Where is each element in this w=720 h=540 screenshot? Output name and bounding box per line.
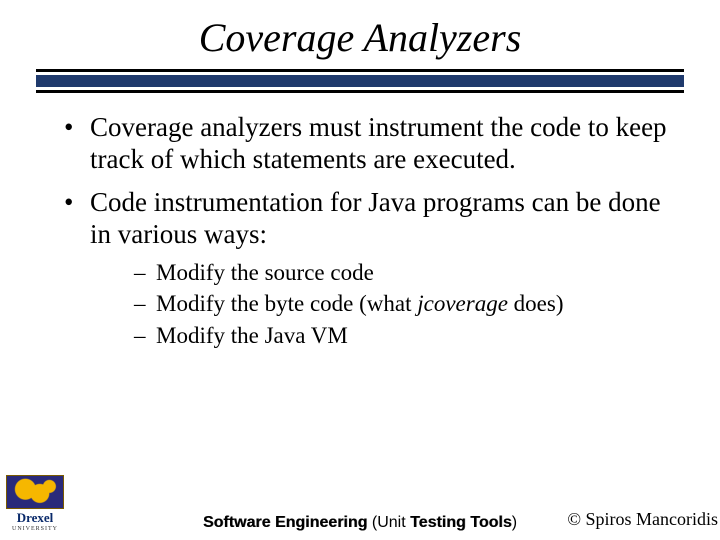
slide: Coverage Analyzers Coverage analyzers mu… (0, 0, 720, 540)
footer-text: (Unit (372, 514, 410, 531)
list-item: Modify the source code (134, 259, 680, 287)
sub-bullet-suffix: does) (508, 291, 564, 316)
sub-bullet-list: Modify the source code Modify the byte c… (134, 259, 680, 350)
footer-text: ) (512, 514, 517, 531)
list-item: Modify the byte code (what jcoverage doe… (134, 290, 680, 318)
slide-title: Coverage Analyzers (0, 0, 720, 69)
footer-copyright: © Spiros Mancoridis (567, 509, 718, 530)
list-item: Coverage analyzers must instrument the c… (60, 111, 680, 176)
footer-text: Software Engineering (203, 514, 372, 531)
bullet-text: Coverage analyzers must instrument the c… (90, 112, 667, 174)
title-divider (36, 69, 684, 93)
dragon-icon (6, 475, 64, 509)
list-item: Modify the Java VM (134, 322, 680, 350)
sub-bullet-text: Modify the Java VM (156, 323, 348, 348)
sub-bullet-text: Modify the source code (156, 260, 374, 285)
list-item: Code instrumentation for Java programs c… (60, 186, 680, 350)
sub-bullet-prefix: Modify the byte code (what (156, 291, 417, 316)
footer-text: Testing Tools (410, 514, 512, 531)
bullet-list: Coverage analyzers must instrument the c… (60, 111, 680, 349)
slide-footer: Drexel UNIVERSITY Software Engineering (… (0, 484, 720, 534)
sub-bullet-em: jcoverage (417, 291, 508, 316)
slide-body: Coverage analyzers must instrument the c… (0, 111, 720, 349)
bullet-text: Code instrumentation for Java programs c… (90, 187, 661, 249)
